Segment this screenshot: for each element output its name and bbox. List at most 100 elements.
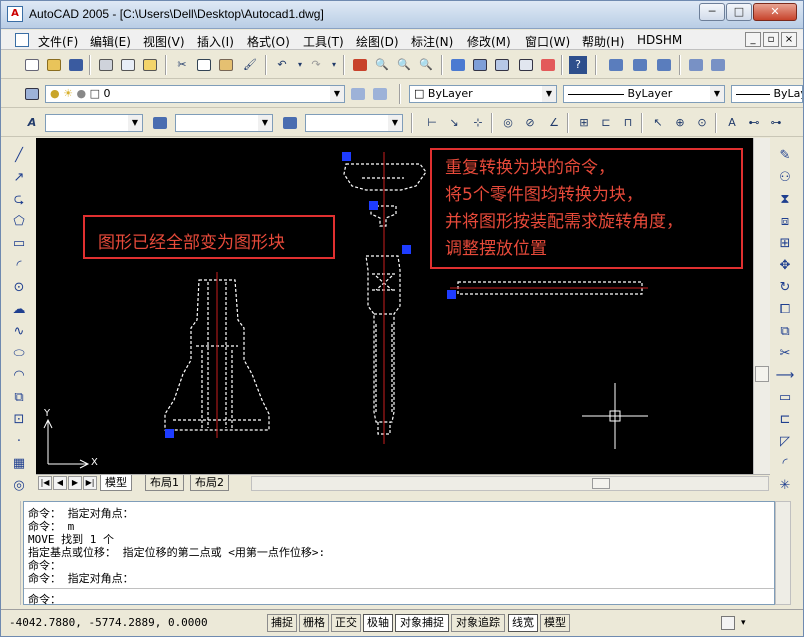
communication-center-icon[interactable] — [721, 616, 735, 630]
cut-icon[interactable]: ✂ — [173, 56, 191, 74]
baseline-dimension-icon[interactable]: ⊏ — [597, 114, 615, 132]
line-icon[interactable]: ╱ — [9, 146, 29, 166]
construction-line-icon[interactable]: ↗ — [9, 168, 29, 188]
drawing-canvas[interactable]: Y X 图形已经全部变为图形块 重复转换为块的命令， 将5个零件图均转换为块， … — [36, 138, 753, 474]
layer-dropdown[interactable]: ● ☀ ● □ 0 ▼ — [45, 85, 345, 103]
text-style-icon[interactable]: A — [23, 114, 41, 132]
doc-close-button[interactable]: × — [781, 32, 797, 47]
last-tab-icon[interactable]: ▶| — [83, 476, 97, 490]
maximize-button[interactable]: □ — [726, 3, 752, 21]
lineweight-control-dropdown[interactable]: ByLay — [731, 85, 803, 103]
copy-icon[interactable] — [195, 56, 213, 74]
undo-icon[interactable]: ↶ — [273, 56, 291, 74]
canvas-horizontal-scrollbar[interactable] — [251, 476, 769, 491]
center-mark-icon[interactable]: ⊙ — [693, 114, 711, 132]
region-icon[interactable]: ◎ — [9, 476, 29, 496]
trim-icon[interactable]: ✂ — [775, 344, 795, 364]
dim-style-icon[interactable] — [151, 114, 169, 132]
radius-dimension-icon[interactable]: ◎ — [499, 114, 517, 132]
make-block-icon[interactable]: ⊡ — [9, 410, 29, 430]
ellipse-icon[interactable]: ⬭ — [9, 344, 29, 364]
point-icon[interactable]: · — [9, 432, 29, 452]
doc-minimize-button[interactable]: _ — [745, 32, 761, 47]
ordinate-dimension-icon[interactable]: ⊹ — [469, 114, 487, 132]
break-icon[interactable]: ▭ — [775, 388, 795, 408]
dimension-update-icon[interactable]: ⊶ — [767, 114, 785, 132]
custom-tool-1-icon[interactable] — [607, 56, 625, 74]
menu-tools[interactable]: 工具(T) — [303, 33, 344, 50]
custom-tool-5-icon[interactable] — [709, 56, 727, 74]
grip-rod[interactable] — [447, 290, 456, 299]
grip-spindle[interactable] — [402, 245, 411, 254]
tolerance-icon[interactable]: ⊕ — [671, 114, 689, 132]
grip-flange[interactable] — [342, 152, 351, 161]
menu-modify[interactable]: 修改(M) — [467, 33, 511, 50]
menu-help[interactable]: 帮助(H) — [582, 33, 624, 50]
explode-icon[interactable]: ✳ — [775, 476, 795, 496]
move-icon[interactable]: ✥ — [775, 256, 795, 276]
menu-file[interactable]: 文件(F) — [38, 33, 78, 50]
print-icon[interactable] — [97, 56, 115, 74]
rotate-icon[interactable]: ↻ — [775, 278, 795, 298]
zoom-previous-icon[interactable]: 🔍 — [417, 56, 435, 74]
close-button[interactable]: ✕ — [753, 3, 797, 21]
menu-window[interactable]: 窗口(W) — [525, 33, 570, 50]
help-icon[interactable]: ? — [569, 56, 587, 74]
scroll-thumb[interactable] — [592, 478, 610, 489]
color-control-dropdown[interactable]: □ ByLayer ▼ — [409, 85, 557, 103]
sheet-set-icon[interactable] — [517, 56, 535, 74]
menu-insert[interactable]: 插入(I) — [197, 33, 234, 50]
menu-dimension[interactable]: 标注(N) — [411, 33, 453, 50]
design-center-icon[interactable] — [471, 56, 489, 74]
status-menu-icon[interactable]: ▾ — [741, 618, 746, 628]
scale-icon[interactable]: ⧠ — [775, 300, 795, 320]
snap-toggle[interactable]: 捕捉 — [267, 614, 297, 632]
circle-icon[interactable]: ⊙ — [9, 278, 29, 298]
zoom-window-icon[interactable]: 🔍 — [395, 56, 413, 74]
custom-tool-2-icon[interactable] — [631, 56, 649, 74]
menu-edit[interactable]: 编辑(E) — [90, 33, 131, 50]
continue-dimension-icon[interactable]: ⊓ — [619, 114, 637, 132]
command-window-handle[interactable] — [5, 501, 21, 605]
aligned-dimension-icon[interactable]: ↘ — [445, 114, 463, 132]
stretch-icon[interactable]: ⧉ — [775, 322, 795, 342]
menu-format[interactable]: 格式(O) — [247, 33, 290, 50]
open-icon[interactable] — [45, 56, 63, 74]
tool-palettes-icon[interactable] — [493, 56, 511, 74]
ortho-toggle[interactable]: 正交 — [331, 614, 361, 632]
mirror-icon[interactable]: ⧗ — [775, 190, 795, 210]
grip-base[interactable] — [165, 429, 174, 438]
next-tab-icon[interactable]: ▶ — [68, 476, 82, 490]
minimize-button[interactable]: ─ — [699, 3, 725, 21]
make-layer-current-icon[interactable] — [349, 85, 367, 103]
spline-icon[interactable]: ∿ — [9, 322, 29, 342]
previous-tab-icon[interactable]: ◀ — [53, 476, 67, 490]
insert-block-icon[interactable]: ⧉ — [9, 388, 29, 408]
match-properties-icon[interactable]: 🖌 — [241, 56, 259, 74]
grid-toggle[interactable]: 栅格 — [299, 614, 329, 632]
menu-draw[interactable]: 绘图(D) — [356, 33, 399, 50]
tab-model[interactable]: 模型 — [100, 475, 132, 491]
rectangle-icon[interactable]: ▭ — [9, 234, 29, 254]
linetype-control-dropdown[interactable]: ByLayer ▼ — [563, 85, 725, 103]
extend-icon[interactable]: ⟶ — [775, 366, 795, 386]
layer-manager-icon[interactable] — [23, 85, 41, 103]
pan-icon[interactable] — [351, 56, 369, 74]
properties-icon[interactable] — [449, 56, 467, 74]
ellipse-arc-icon[interactable]: ◠ — [9, 366, 29, 386]
diameter-dimension-icon[interactable]: ⊘ — [521, 114, 539, 132]
array-icon[interactable]: ⊞ — [775, 234, 795, 254]
hatch-icon[interactable]: ▦ — [9, 454, 29, 474]
lineweight-toggle[interactable]: 线宽 — [508, 614, 538, 632]
tab-layout2[interactable]: 布局2 — [190, 475, 229, 491]
publish-icon[interactable] — [141, 56, 159, 74]
menu-view[interactable]: 视图(V) — [143, 33, 185, 50]
revision-cloud-icon[interactable]: ☁ — [9, 300, 29, 320]
paste-icon[interactable] — [217, 56, 235, 74]
polyline-icon[interactable]: ⮎ — [9, 190, 29, 210]
command-scrollbar[interactable] — [775, 501, 791, 605]
markup-icon[interactable] — [539, 56, 557, 74]
command-prompt[interactable]: 命令： — [28, 591, 61, 607]
new-icon[interactable] — [23, 56, 41, 74]
doc-restore-button[interactable]: ▫ — [763, 32, 779, 47]
